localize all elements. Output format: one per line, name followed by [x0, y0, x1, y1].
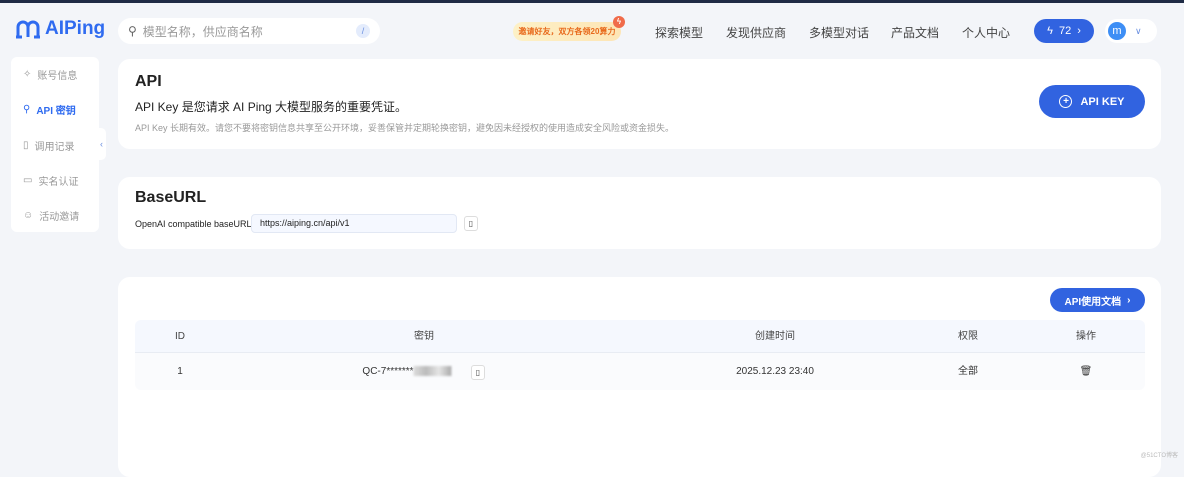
copy-icon[interactable]: ▯: [464, 216, 478, 231]
logo-icon: [16, 20, 40, 39]
search-icon: ⚲: [128, 24, 137, 38]
top-border: [0, 0, 1184, 3]
baseurl-label: OpenAI compatible baseURL:: [135, 219, 255, 229]
sidebar-item-label: API 密钥: [36, 106, 76, 117]
logo-text: AIPing: [45, 18, 106, 39]
document-icon: ▯: [23, 140, 29, 151]
sidebar-item-account[interactable]: ✧ 账号信息: [23, 67, 77, 82]
button-label: API KEY: [1080, 95, 1125, 108]
permission: 全部: [958, 366, 978, 377]
create-api-key-button[interactable]: + API KEY: [1039, 85, 1145, 118]
column-header: 操作: [1076, 331, 1096, 342]
column-header: 权限: [958, 331, 978, 342]
chevron-down-icon: ∨: [1135, 25, 1142, 36]
nav-providers[interactable]: 发现供应商: [726, 24, 786, 41]
sidebar: ✧ 账号信息 ⚲ API 密钥 ▯ 调用记录 ▭ 实名认证 ☺ 活动邀请: [11, 57, 99, 232]
api-docs-button[interactable]: API使用文档 ›: [1050, 288, 1145, 312]
trash-icon[interactable]: 🗑: [1080, 353, 1093, 390]
table-header: ID 密钥 创建时间 权限 操作: [135, 320, 1145, 353]
api-keys-table: ID 密钥 创建时间 权限 操作 1 QC-7******* ▯ 2025.12…: [135, 320, 1145, 390]
sidebar-item-verification[interactable]: ▭ 实名认证: [23, 173, 78, 188]
api-description: API Key 是您请求 AI Ping 大模型服务的重要凭证。: [135, 100, 408, 114]
nav-profile[interactable]: 个人中心: [962, 24, 1010, 41]
nav-docs[interactable]: 产品文档: [891, 24, 939, 41]
sidebar-item-label: 实名认证: [38, 177, 79, 188]
search-placeholder: 模型名称，供应商名称: [142, 24, 263, 39]
id-card-icon: ▭: [23, 175, 33, 186]
chevron-right-icon: ›: [1127, 294, 1131, 306]
redacted-blur: [413, 366, 452, 377]
nav-explore-models[interactable]: 探索模型: [655, 24, 703, 41]
users-icon: ☺: [23, 210, 34, 221]
sidebar-item-api-keys[interactable]: ⚲ API 密钥: [23, 102, 76, 117]
table-row: 1 QC-7******* ▯ 2025.12.23 23:40 全部 🗑: [135, 353, 1145, 390]
column-header: 创建时间: [755, 331, 795, 342]
credits-value: 72: [1058, 25, 1072, 37]
account-icon: ✧: [23, 69, 32, 80]
sidebar-item-label: 调用记录: [34, 142, 75, 153]
baseurl-title: BaseURL: [135, 189, 207, 206]
search-input[interactable]: ⚲ 模型名称，供应商名称 /: [118, 18, 380, 44]
sidebar-item-label: 活动邀请: [39, 212, 80, 223]
nav-multi-chat[interactable]: 多模型对话: [809, 24, 869, 41]
baseurl-field[interactable]: https://aiping.cn/api/v1: [251, 214, 457, 233]
sidebar-collapse-button[interactable]: ‹: [97, 128, 106, 160]
search-shortcut: /: [356, 24, 370, 38]
copy-icon[interactable]: ▯: [471, 365, 485, 380]
api-card: API API Key 是您请求 AI Ping 大模型服务的重要凭证。 API…: [118, 59, 1161, 149]
key-id: 1: [177, 366, 183, 377]
baseurl-card: BaseURL OpenAI compatible baseURL: https…: [118, 177, 1161, 249]
api-title: API: [135, 73, 162, 90]
avatar: m: [1108, 22, 1126, 40]
user-menu[interactable]: m ∨: [1105, 19, 1157, 43]
created-time: 2025.12.23 23:40: [736, 366, 814, 377]
credits-button[interactable]: ϟ 72 ›: [1034, 19, 1094, 43]
key-icon: ⚲: [23, 104, 31, 115]
sidebar-item-label: 账号信息: [37, 71, 78, 82]
promo-label: 邀请好友，双方各领20算力: [518, 27, 616, 36]
lightning-icon: ϟ: [1047, 25, 1053, 37]
column-header: ID: [175, 331, 185, 342]
chevron-left-icon: ‹: [100, 139, 103, 149]
sidebar-item-call-logs[interactable]: ▯ 调用记录: [23, 138, 75, 153]
key-masked: QC-7*******: [362, 366, 414, 377]
column-header: 密钥: [414, 331, 434, 342]
button-label: API使用文档: [1064, 296, 1122, 308]
chevron-right-icon: ›: [1077, 25, 1081, 37]
invite-promo-button[interactable]: 邀请好友，双方各领20算力 ϟ: [513, 16, 625, 41]
api-keys-card: API使用文档 › ID 密钥 创建时间 权限 操作 1 QC-7******* …: [118, 277, 1161, 477]
key-value: QC-7*******: [362, 353, 452, 390]
sidebar-item-invite[interactable]: ☺ 活动邀请: [23, 208, 79, 223]
api-note: API Key 长期有效。请您不要将密钥信息共享至公开环境，妥善保管并定期轮换密…: [135, 123, 675, 133]
watermark: @51CTO博客: [1140, 453, 1178, 459]
plus-circle-icon: +: [1059, 95, 1073, 108]
logo[interactable]: AIPing: [15, 18, 105, 40]
lightning-icon: ϟ: [613, 16, 625, 28]
